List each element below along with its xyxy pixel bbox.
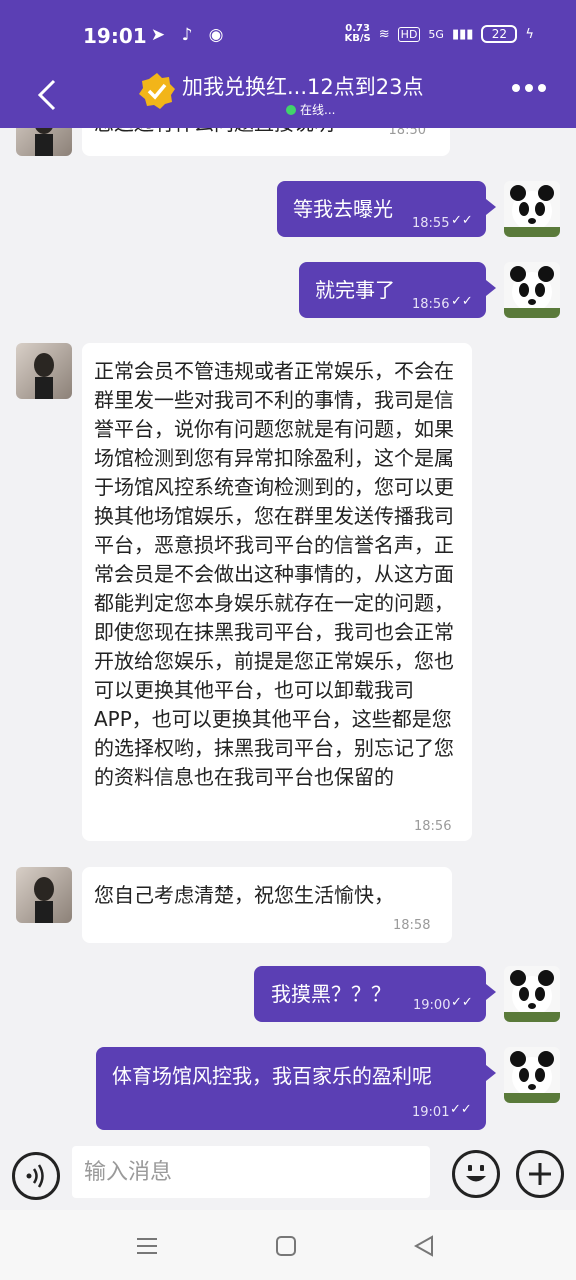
- back-triangle-icon[interactable]: [412, 1234, 436, 1258]
- message-time: 18:56: [412, 297, 450, 312]
- message-text: 您自己考虑清楚，祝您生活愉快，: [94, 883, 394, 907]
- message-text: 正常会员不管违规或者正常娱乐，不会在群里发一些对我司不利的事情，我司是信誉平台，…: [94, 359, 454, 789]
- user-avatar[interactable]: [504, 966, 560, 1022]
- message-text: 体育场馆风控我，我百家乐的盈利呢: [112, 1064, 432, 1088]
- message-bubble: 就完事了 18:56 ✓✓: [299, 262, 496, 318]
- message-bubble: 体育场馆风控我，我百家乐的盈利呢 19:01 ✓✓: [96, 1047, 496, 1130]
- message-bubble: 我摸黑？？？ 19:00 ✓✓: [254, 966, 496, 1022]
- contact-avatar[interactable]: [16, 343, 72, 399]
- message-bubble: 您自己考虑清楚，祝您生活愉快， 18:58: [82, 867, 452, 943]
- plus-icon[interactable]: [516, 1150, 564, 1198]
- wifi-icon: ≋: [378, 26, 390, 42]
- user-avatar[interactable]: [504, 181, 560, 237]
- menu-icon[interactable]: [135, 1234, 159, 1258]
- system-nav-bar: [0, 1210, 576, 1280]
- message-text: 您这边有什么问题直接说明: [94, 128, 334, 137]
- read-check-icon: ✓✓: [451, 995, 473, 1010]
- message-time: 19:00: [413, 998, 451, 1013]
- message-text: 我摸黑？？？: [271, 982, 391, 1006]
- status-time: 19:01: [83, 24, 147, 48]
- read-check-icon: ✓✓: [450, 1102, 472, 1117]
- back-icon[interactable]: [34, 78, 62, 112]
- notification-icons: ➤ ♪ ◉: [148, 25, 226, 45]
- message-list[interactable]: 您这边有什么问题直接说明 18:50 等我去曝光 18:55 ✓✓ 就完事了 1…: [0, 128, 576, 1146]
- home-icon[interactable]: [274, 1234, 298, 1258]
- chat-header: 19:01 ➤ ♪ ◉ 0.73 KB/S ≋ HD 5G ▮▮▮ 22 ϟ 加…: [0, 0, 576, 128]
- message-time: 19:01: [412, 1105, 450, 1120]
- message-text: 等我去曝光: [293, 197, 393, 221]
- message-time: 18:56: [414, 819, 452, 834]
- online-status: 在线...: [286, 101, 335, 118]
- message-text: 就完事了: [315, 278, 395, 302]
- app-icon: ◉: [208, 25, 224, 45]
- message-input[interactable]: [72, 1146, 430, 1198]
- signal-icon: ▮▮▮: [451, 26, 474, 42]
- message-bubble: 您这边有什么问题直接说明 18:50: [82, 128, 450, 156]
- network-speed: 0.73 KB/S: [345, 24, 371, 44]
- chat-title: 加我兑换红...12点到23点: [182, 75, 424, 99]
- message-time: 18:58: [393, 918, 431, 933]
- message-time: 18:55: [412, 216, 450, 231]
- read-check-icon: ✓✓: [451, 294, 473, 309]
- contact-avatar[interactable]: [16, 867, 72, 923]
- message-bubble: 正常会员不管违规或者正常娱乐，不会在群里发一些对我司不利的事情，我司是信誉平台，…: [82, 343, 472, 841]
- online-label: 在线...: [300, 103, 336, 117]
- speed-unit: KB/S: [344, 33, 371, 44]
- tiktok-icon: ♪: [181, 25, 193, 45]
- input-bar: [0, 1146, 576, 1210]
- status-bar: 19:01 ➤ ♪ ◉ 0.73 KB/S ≋ HD 5G ▮▮▮ 22 ϟ: [0, 0, 576, 64]
- user-avatar[interactable]: [504, 262, 560, 318]
- charging-icon: ϟ: [525, 26, 534, 42]
- message-time: 18:50: [388, 128, 426, 138]
- emoji-icon[interactable]: [452, 1150, 500, 1198]
- verified-badge-icon: [139, 73, 175, 109]
- nav-bar: 加我兑换红...12点到23点 在线...: [0, 64, 576, 128]
- hd-label: HD: [397, 26, 421, 42]
- user-avatar[interactable]: [504, 1047, 560, 1103]
- voice-icon[interactable]: [12, 1152, 60, 1200]
- status-right: 0.73 KB/S ≋ HD 5G ▮▮▮ 22 ϟ: [345, 24, 534, 44]
- signal-label: 5G: [428, 27, 444, 41]
- more-icon[interactable]: [512, 84, 546, 92]
- read-check-icon: ✓✓: [451, 213, 473, 228]
- message-bubble: 等我去曝光 18:55 ✓✓: [277, 181, 496, 237]
- battery-level: 22: [481, 25, 518, 43]
- telegram-icon: ➤: [150, 25, 166, 45]
- contact-avatar[interactable]: [16, 128, 72, 156]
- online-dot-icon: [286, 104, 296, 115]
